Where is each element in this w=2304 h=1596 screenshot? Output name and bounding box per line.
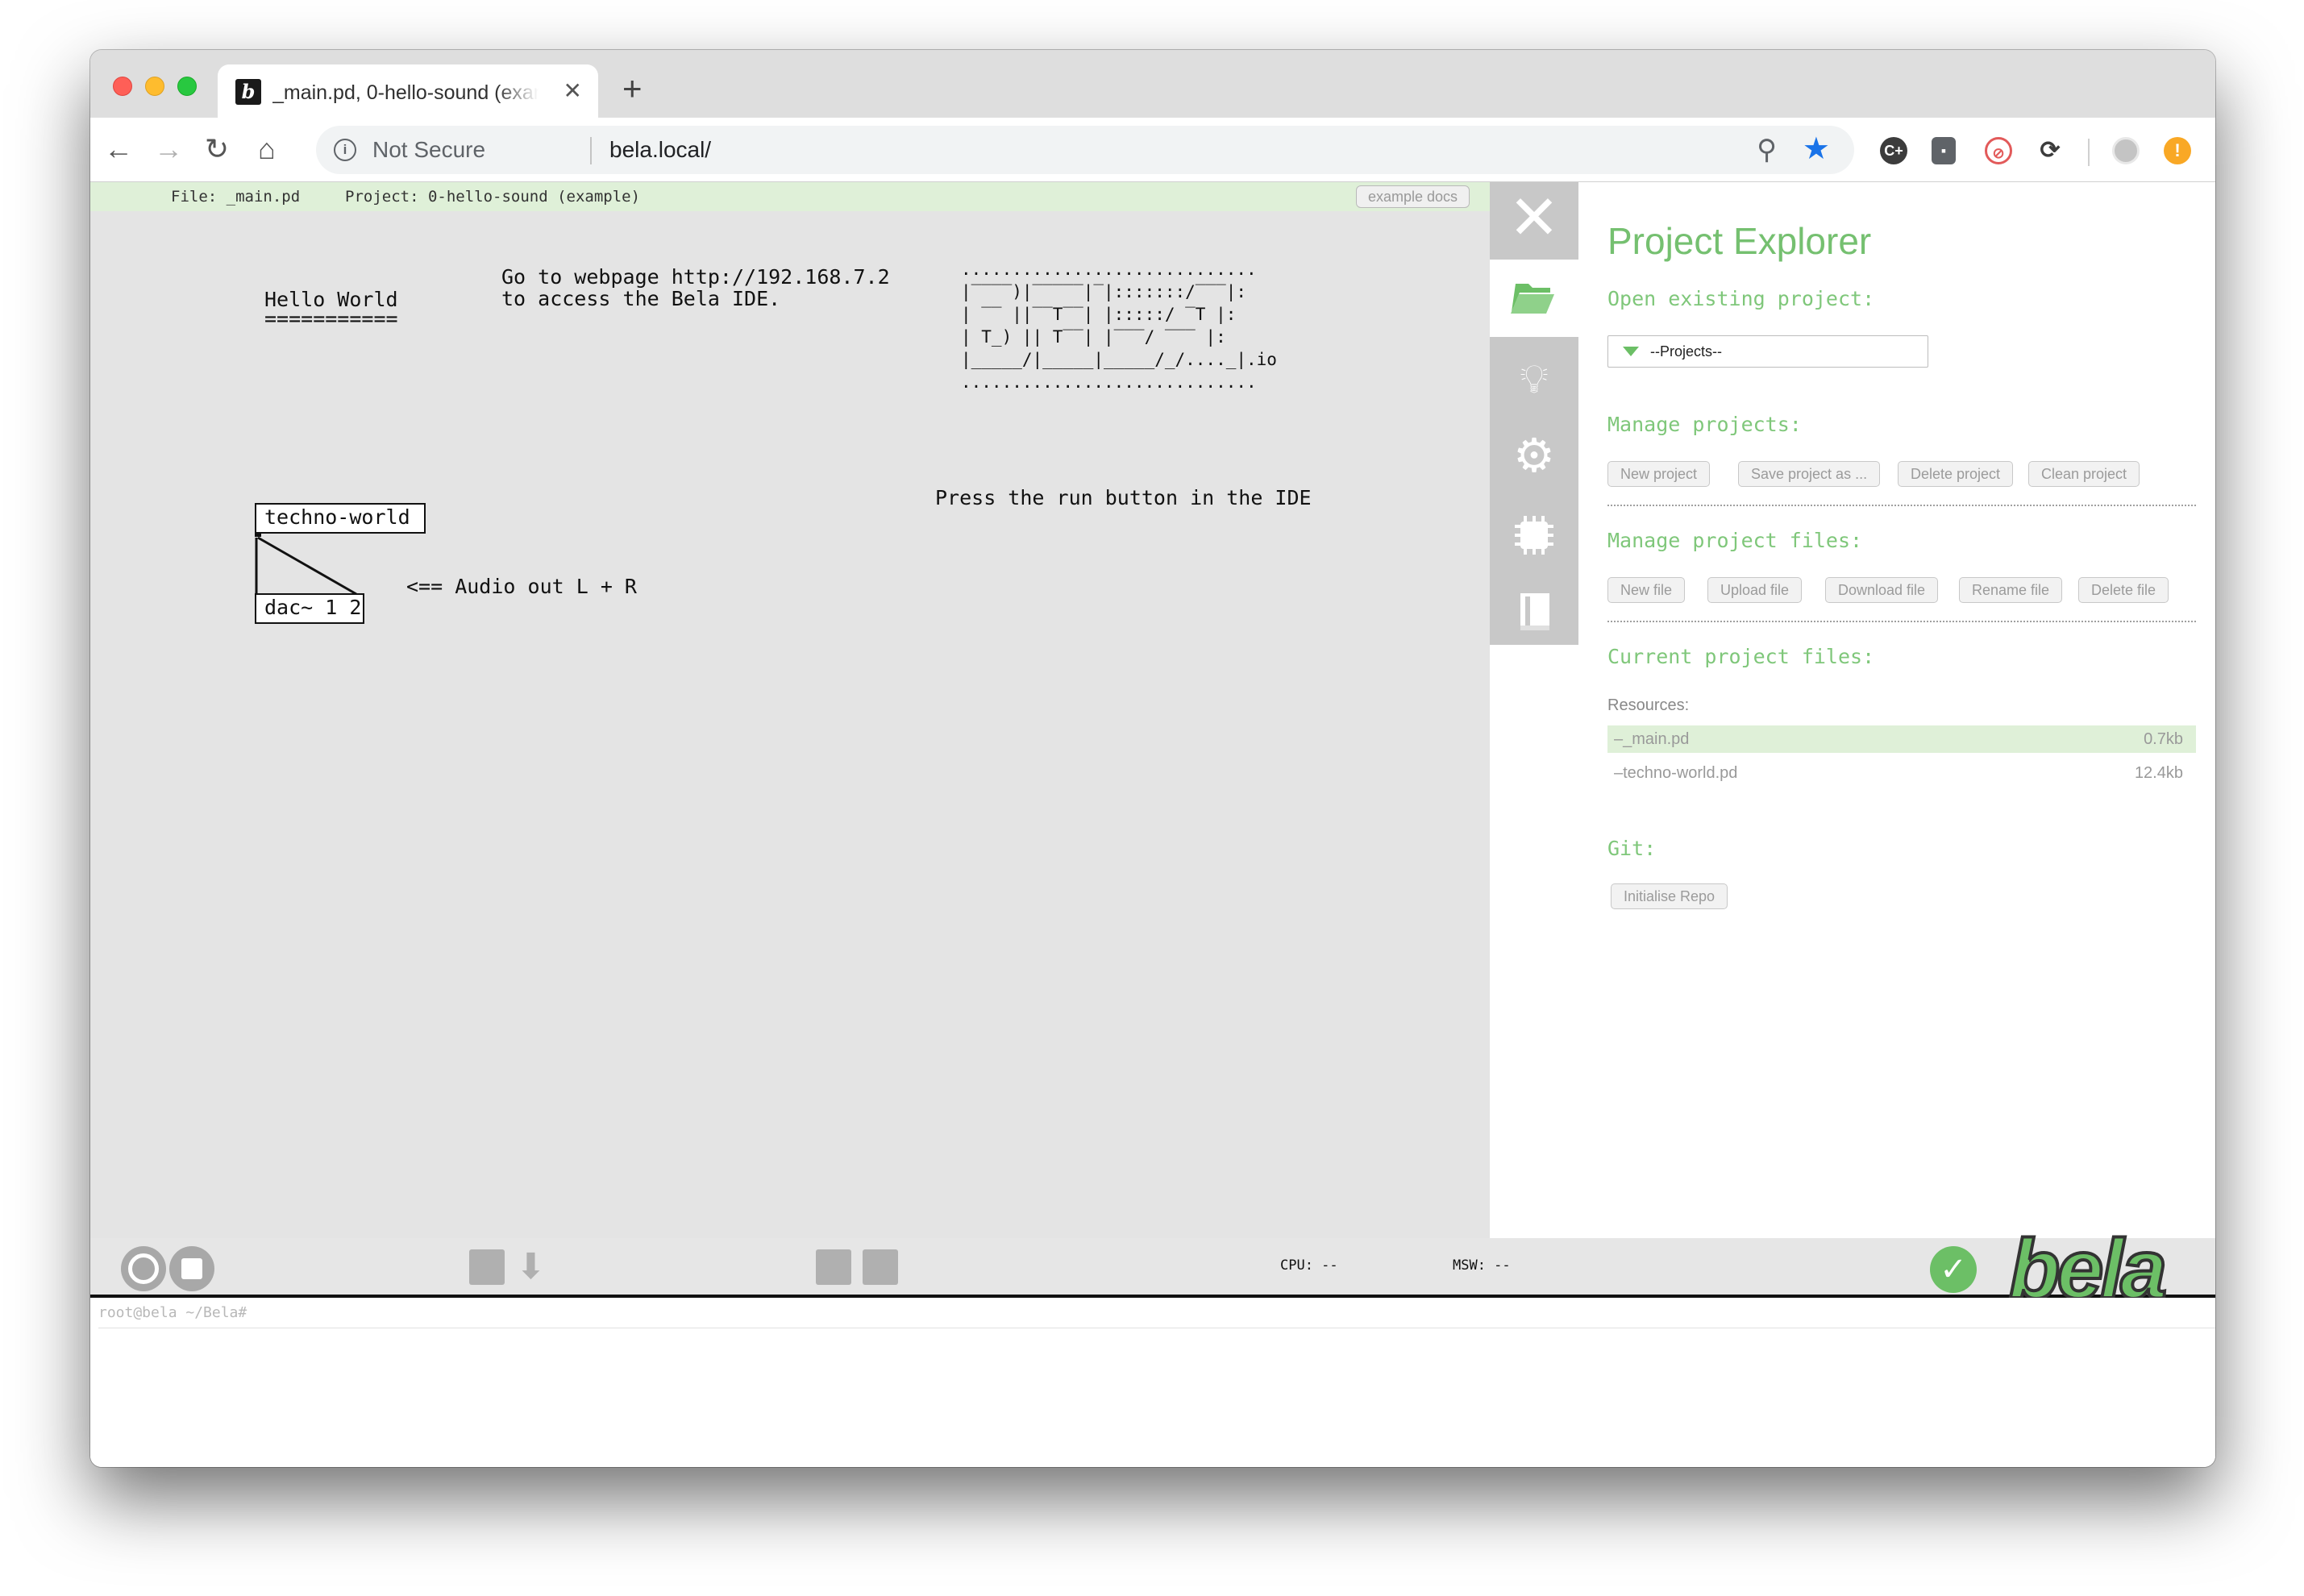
reload-icon[interactable]: ↻	[198, 131, 235, 168]
file-info-bar: File: _main.pd Project: 0-hello-sound (e…	[90, 182, 1490, 211]
minimize-window-button[interactable]	[145, 77, 164, 96]
manage-projects-heading: Manage projects:	[1607, 413, 1802, 436]
profile-icon[interactable]	[2112, 137, 2140, 164]
chip-icon[interactable]	[1490, 497, 1578, 574]
scope-icon[interactable]	[816, 1249, 851, 1285]
bookmark-star-icon[interactable]: ★	[1803, 134, 1830, 164]
patch-cords	[255, 532, 363, 598]
toolbar-divider	[2088, 139, 2090, 166]
projects-select[interactable]: --Projects--	[1607, 335, 1928, 368]
save-project-as-button[interactable]: Save project as ...	[1738, 461, 1881, 487]
tool-rail: ✕ 💡︎ ⚙	[1490, 182, 1578, 1238]
tab-strip: b _main.pd, 0-hello-sound (example) ✕ +	[90, 50, 2215, 118]
extension-blocker-icon[interactable]: ⊘	[1985, 137, 2012, 164]
close-icon[interactable]: ✕	[1490, 182, 1578, 260]
omnibox-divider	[590, 137, 592, 164]
bela-ascii-logo[interactable]: ............................. |‾‾‾‾)|‾‾‾…	[961, 258, 1277, 393]
file-size: 12.4kb	[2134, 764, 2183, 782]
delete-project-button[interactable]: Delete project	[1898, 461, 2014, 487]
address-bar[interactable]: i Not Secure bela.local/ ⚲ ★	[316, 126, 1854, 174]
zoom-icon[interactable]: ⚲	[1757, 135, 1777, 164]
download-file-button[interactable]: Download file	[1825, 577, 1939, 603]
bela-favicon-icon: b	[235, 79, 261, 105]
open-existing-heading: Open existing project:	[1607, 287, 1875, 310]
run-icon	[128, 1253, 159, 1284]
extension-cplus-icon[interactable]: C+	[1880, 137, 1907, 164]
maximize-window-button[interactable]	[177, 77, 197, 96]
cpu-readout: CPU: --	[1280, 1257, 1338, 1274]
book-icon[interactable]	[1490, 574, 1578, 651]
download-icon[interactable]: ⬇	[516, 1248, 546, 1286]
back-arrow-icon[interactable]: ←	[100, 131, 137, 168]
goto-webpage-comment[interactable]: Go to webpage http://192.168.7.2 to acce…	[501, 266, 890, 310]
browser-tab[interactable]: b _main.pd, 0-hello-sound (example) ✕	[218, 64, 598, 118]
manage-files-heading: Manage project files:	[1607, 529, 1863, 552]
tab-close-icon[interactable]: ✕	[564, 77, 582, 105]
console-prompt[interactable]: root@bela ~/Bela#	[98, 1298, 2215, 1328]
url-text[interactable]: bela.local/	[609, 137, 711, 163]
audio-out-comment[interactable]: <== Audio out L + R	[406, 576, 637, 597]
folder-open-icon[interactable]	[1490, 260, 1578, 337]
bela-logo: bela	[2007, 1223, 2169, 1316]
delete-file-button[interactable]: Delete file	[2078, 577, 2169, 603]
upload-file-button[interactable]: Upload file	[1707, 577, 1803, 603]
clean-project-button[interactable]: Clean project	[2028, 461, 2140, 487]
browser-window: b _main.pd, 0-hello-sound (example) ✕ + …	[90, 50, 2215, 1467]
extension-bookmark-icon[interactable]: ▪	[1932, 137, 1956, 164]
press-run-comment[interactable]: Press the run button in the IDE	[935, 487, 1312, 509]
new-project-button[interactable]: New project	[1607, 461, 1711, 487]
console-panel[interactable]: root@bela ~/Bela#	[90, 1298, 2215, 1467]
bela-ide: File: _main.pd Project: 0-hello-sound (e…	[90, 182, 2215, 1467]
security-label[interactable]: Not Secure	[372, 137, 485, 163]
file-row-main-pd[interactable]: –_main.pd 0.7kb	[1607, 725, 2196, 753]
msw-readout: MSW: --	[1453, 1257, 1511, 1274]
file-name: techno-world.pd	[1623, 764, 1738, 782]
info-icon[interactable]: i	[334, 139, 356, 161]
run-button[interactable]	[121, 1246, 166, 1291]
section-divider	[1607, 505, 2196, 506]
lightbulb-icon[interactable]: 💡︎	[1490, 340, 1578, 418]
gear-icon[interactable]: ⚙	[1490, 418, 1578, 495]
projects-select-value: --Projects--	[1650, 343, 1722, 360]
example-docs-button[interactable]: example docs	[1356, 185, 1470, 208]
ide-bottom-bar: ⬇ CPU: -- MSW: -- ✓ bela	[90, 1226, 2215, 1313]
browser-toolbar: ← → ↻ ⌂ i Not Secure bela.local/ ⚲ ★ C+ …	[90, 118, 2215, 182]
tab-title: _main.pd, 0-hello-sound (example)	[272, 81, 539, 104]
pd-patch-canvas[interactable]: Hello World =========== Go to webpage ht…	[90, 211, 1490, 1238]
git-heading: Git:	[1607, 837, 1657, 860]
terminal-icon[interactable]	[863, 1249, 898, 1285]
close-window-button[interactable]	[113, 77, 132, 96]
home-icon[interactable]: ⌂	[248, 131, 285, 168]
panel-title: Project Explorer	[1607, 220, 1872, 262]
current-files-heading: Current project files:	[1607, 645, 1875, 668]
current-file-label: File: _main.pd	[171, 188, 301, 206]
rename-file-button[interactable]: Rename file	[1959, 577, 2063, 603]
project-explorer-panel: Project Explorer Open existing project: …	[1578, 182, 2215, 1238]
new-file-button[interactable]: New file	[1607, 577, 1686, 603]
forward-arrow-icon[interactable]: →	[150, 131, 187, 168]
extension-sync-icon[interactable]: ⟳	[2036, 137, 2064, 164]
resources-label: Resources:	[1607, 696, 1690, 714]
new-file-icon[interactable]	[469, 1249, 505, 1285]
stop-icon	[181, 1258, 202, 1279]
update-icon[interactable]: !	[2164, 137, 2191, 164]
dac-object[interactable]: dac~ 1 2	[255, 593, 364, 624]
chevron-down-icon	[1623, 347, 1639, 356]
new-tab-button[interactable]: +	[622, 72, 643, 106]
stop-button[interactable]	[169, 1246, 214, 1291]
file-name: _main.pd	[1623, 730, 1690, 748]
file-size: 0.7kb	[2144, 730, 2183, 748]
status-check-icon: ✓	[1930, 1246, 1977, 1293]
initialise-repo-button[interactable]: Initialise Repo	[1611, 883, 1728, 909]
file-row-techno-world[interactable]: –techno-world.pd 12.4kb	[1607, 759, 2196, 787]
techno-world-object[interactable]: techno-world	[255, 503, 426, 534]
hello-world-underline[interactable]: ===========	[264, 308, 398, 330]
section-divider	[1607, 621, 2196, 622]
current-project-label: Project: 0-hello-sound (example)	[345, 188, 641, 206]
